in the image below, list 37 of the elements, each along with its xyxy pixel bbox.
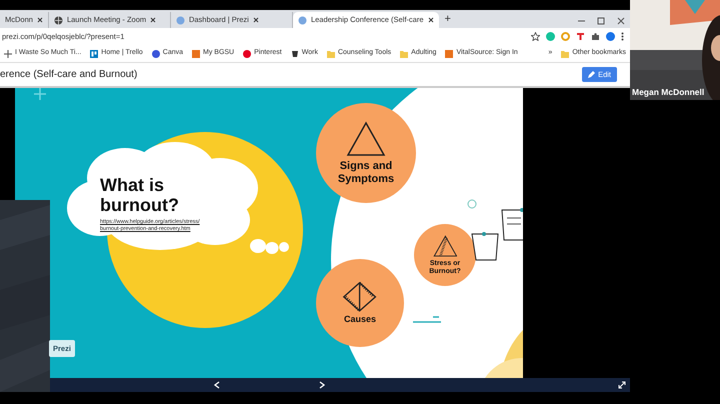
site-icon xyxy=(176,16,185,24)
ring-outline xyxy=(467,199,477,209)
square-icon[interactable] xyxy=(192,50,200,58)
topic-circle[interactable]: Signs and Symptoms xyxy=(316,103,416,203)
avatar-icon[interactable] xyxy=(606,32,615,41)
square-icon[interactable] xyxy=(445,50,454,58)
puzzle-icon[interactable] xyxy=(591,32,600,41)
thought-dots xyxy=(250,238,290,256)
pencil-icon xyxy=(588,71,596,78)
previous-icon[interactable] xyxy=(213,381,221,389)
pin-icon[interactable] xyxy=(243,50,252,58)
star-icon[interactable] xyxy=(531,32,540,41)
close-icon[interactable] xyxy=(428,17,434,23)
cup-icon[interactable] xyxy=(290,50,299,58)
close-icon[interactable] xyxy=(36,17,43,23)
presentation-title: erence (Self-care and Burnout) xyxy=(0,68,138,82)
topic-icon xyxy=(432,234,458,257)
close-icon[interactable] xyxy=(252,17,259,23)
participant-name: Megan McDonnell xyxy=(632,86,704,99)
topic-label: Causes xyxy=(342,315,377,326)
accent-lines xyxy=(413,316,441,323)
topic-icon xyxy=(342,280,378,312)
slide-heading: What is burnout? xyxy=(100,175,180,215)
menu-icon[interactable] xyxy=(621,32,624,41)
next-icon[interactable] xyxy=(318,381,326,389)
plus-icon[interactable] xyxy=(4,50,12,58)
disc-icon[interactable] xyxy=(152,50,160,58)
globe-icon xyxy=(54,16,63,24)
site-icon xyxy=(298,16,307,24)
new-tab-button[interactable]: + xyxy=(438,10,457,28)
extension-icon[interactable] xyxy=(576,32,585,41)
topic-icon xyxy=(346,121,386,158)
board-icon[interactable] xyxy=(90,50,98,58)
leaf-drawing xyxy=(485,328,523,378)
topic-label: Signs and Symptoms xyxy=(336,160,396,185)
fullscreen-icon[interactable] xyxy=(618,381,626,389)
close-icon[interactable] xyxy=(150,17,156,23)
